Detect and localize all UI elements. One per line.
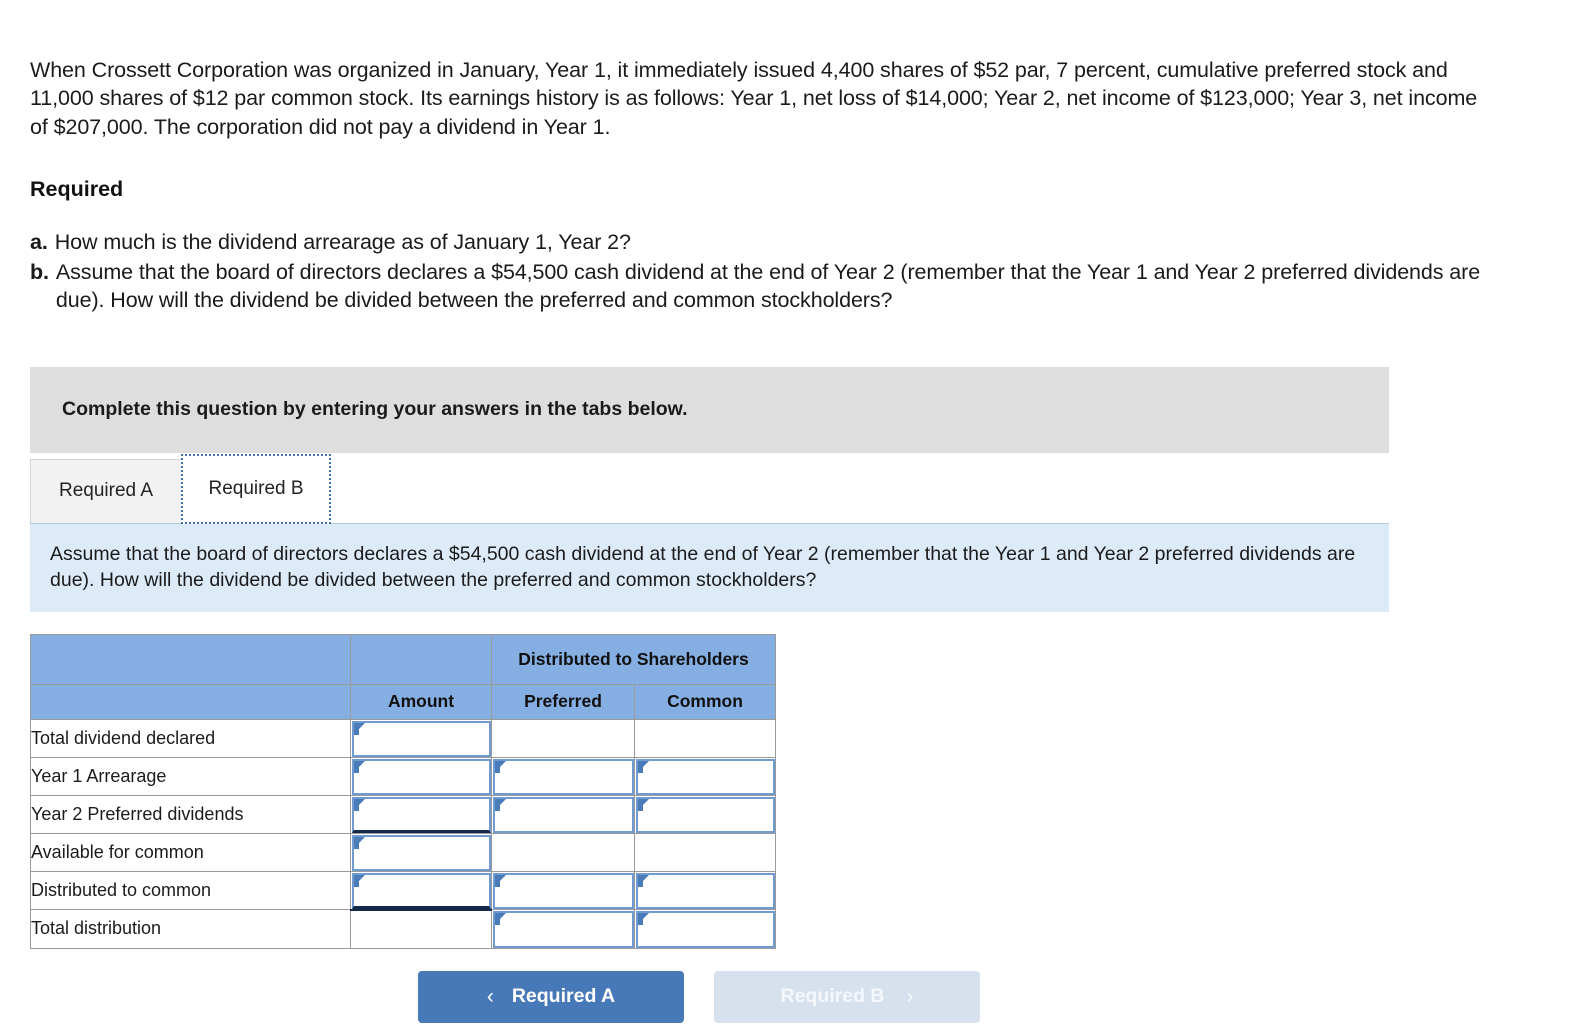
input-total-distribution-common[interactable] — [636, 911, 776, 948]
requirement-b-prompt-text: Assume that the board of directors decla… — [50, 542, 1356, 591]
requirement-text-b: Assume that the board of directors decla… — [55, 259, 1481, 313]
prev-required-a-label: Required A — [511, 985, 616, 1007]
requirements-list: a. How much is the dividend arrearage as… — [30, 228, 1546, 315]
cell-year-2-preferred-dividends-preferred[interactable] — [491, 794, 635, 834]
input-distributed-to-common-amount[interactable] — [352, 872, 491, 909]
dividend-distribution-table: Distributed to Shareholders Amount Prefe… — [30, 633, 777, 949]
row-label-available-for-common: Available for common — [30, 832, 351, 872]
table-row: Year 2 Preferred dividends — [30, 794, 777, 834]
table-header-row-columns: Amount Preferred Common — [30, 683, 777, 720]
input-year-2-preferred-dividends-preferred[interactable] — [493, 796, 634, 833]
header-label-blank — [30, 683, 351, 720]
table-header-row-group: Distributed to Shareholders — [30, 633, 777, 685]
input-distributed-to-common-common[interactable] — [636, 872, 776, 909]
question-page: When Crossett Corporation was organized … — [0, 0, 1576, 1023]
row-label-distributed-to-common: Distributed to common — [30, 870, 351, 910]
table-row: Distributed to common — [30, 870, 777, 910]
row-label-total-distribution: Total distribution — [30, 909, 351, 949]
header-distributed-to-shareholders: Distributed to Shareholders — [490, 633, 777, 685]
cell-total-dividend-declared-preferred — [491, 718, 635, 758]
input-year-2-preferred-dividends-amount[interactable] — [352, 796, 491, 833]
cell-year-1-arrearage-preferred[interactable] — [491, 756, 635, 796]
requirement-marker-b: b. — [30, 259, 49, 284]
input-year-1-arrearage-amount[interactable] — [352, 758, 491, 795]
cell-distributed-to-common-preferred[interactable] — [491, 870, 635, 910]
header-amount: Amount — [350, 683, 492, 720]
cell-year-2-preferred-dividends-amount[interactable] — [350, 794, 492, 834]
chevron-right-icon: › — [906, 984, 914, 1008]
cell-available-for-common-common — [633, 832, 777, 872]
next-required-b-button[interactable]: Required B › — [714, 970, 980, 1023]
answer-table-wrapper: Distributed to Shareholders Amount Prefe… — [30, 633, 777, 949]
input-total-dividend-declared-amount[interactable] — [352, 720, 491, 757]
prev-required-a-button[interactable]: ‹ Required A — [418, 970, 684, 1023]
cell-total-dividend-declared-common — [633, 718, 777, 758]
input-year-1-arrearage-preferred[interactable] — [493, 758, 634, 795]
cell-available-for-common-amount[interactable] — [350, 832, 492, 872]
tab-required-a[interactable]: Required A — [30, 458, 182, 523]
requirement-b-prompt: Assume that the board of directors decla… — [30, 523, 1389, 612]
input-total-distribution-preferred[interactable] — [493, 911, 634, 948]
cell-available-for-common-preferred — [491, 832, 635, 872]
cell-total-distribution-common[interactable] — [633, 909, 777, 949]
cell-total-dividend-declared-amount[interactable] — [350, 718, 492, 758]
chevron-left-icon: ‹ — [486, 984, 494, 1008]
requirement-marker-a: a. — [30, 230, 48, 254]
cell-year-1-arrearage-common[interactable] — [633, 756, 777, 796]
input-available-for-common-amount[interactable] — [352, 834, 491, 871]
requirement-item-a: a. How much is the dividend arrearage as… — [30, 228, 1546, 257]
requirement-text-a: How much is the dividend arrearage as of… — [54, 230, 631, 254]
navigation-buttons: ‹ Required A Required B › — [30, 970, 1546, 1023]
input-year-1-arrearage-common[interactable] — [636, 758, 776, 795]
row-label-year-2-preferred-dividends: Year 2 Preferred dividends — [30, 794, 351, 834]
cell-total-distribution-amount — [350, 908, 492, 949]
cell-distributed-to-common-amount[interactable] — [350, 870, 492, 910]
header-amount-blank — [350, 633, 492, 685]
required-heading: Required — [30, 177, 124, 201]
table-row: Total distribution — [30, 908, 777, 949]
table-row: Total dividend declared — [30, 718, 777, 758]
tab-required-b[interactable]: Required B — [181, 453, 331, 524]
table-row: Available for common — [30, 832, 777, 872]
header-common: Common — [633, 683, 777, 720]
tab-required-a-label: Required A — [58, 480, 153, 501]
tab-strip: Required A Required B — [30, 453, 1389, 524]
cell-year-2-preferred-dividends-common[interactable] — [633, 794, 777, 834]
instruction-banner-text: Complete this question by entering your … — [62, 398, 688, 420]
problem-statement: When Crossett Corporation was organized … — [30, 57, 1478, 139]
input-distributed-to-common-preferred[interactable] — [493, 872, 634, 909]
row-label-year-1-arrearage: Year 1 Arrearage — [30, 756, 351, 796]
header-corner-blank — [30, 633, 351, 685]
header-preferred: Preferred — [491, 683, 635, 720]
table-row: Year 1 Arrearage — [30, 756, 777, 796]
requirement-item-b: b. Assume that the board of directors de… — [30, 258, 1546, 315]
row-label-total-dividend-declared: Total dividend declared — [30, 718, 351, 758]
next-required-b-label: Required B — [780, 985, 885, 1007]
cell-year-1-arrearage-amount[interactable] — [350, 756, 492, 796]
cell-total-distribution-preferred[interactable] — [491, 909, 635, 949]
cell-distributed-to-common-common[interactable] — [633, 870, 777, 910]
tab-required-b-label: Required B — [208, 477, 304, 499]
instruction-banner: Complete this question by entering your … — [30, 366, 1389, 453]
input-year-2-preferred-dividends-common[interactable] — [636, 796, 776, 833]
